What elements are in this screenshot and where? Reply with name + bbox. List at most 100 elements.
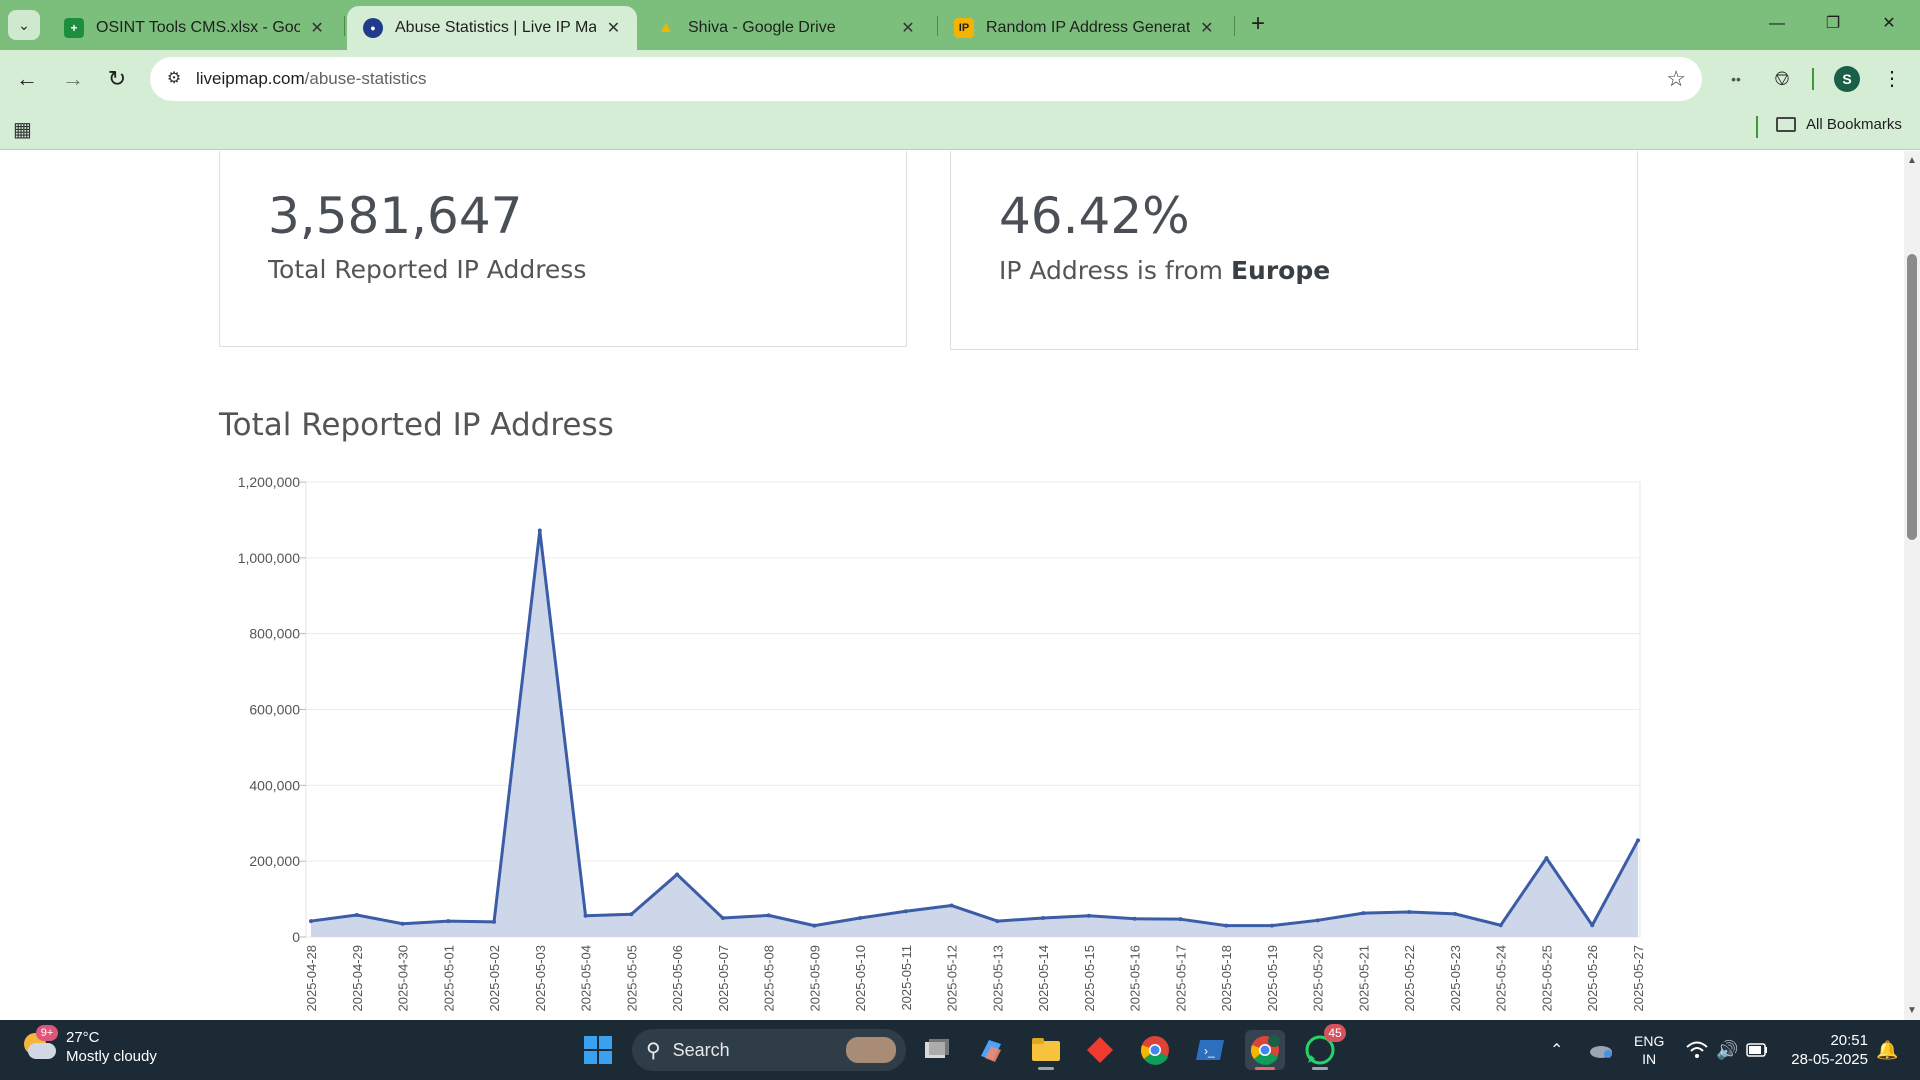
copilot-icon[interactable] (971, 1030, 1011, 1070)
bookmarks-bar: ▦ All Bookmarks (0, 108, 1920, 150)
clock-time: 20:51 (1830, 1032, 1868, 1049)
data-point (1590, 923, 1595, 928)
whatsapp-icon[interactable]: 45 (1300, 1024, 1346, 1070)
window-close-icon[interactable]: ✕ (1866, 8, 1912, 40)
forward-arrow-icon[interactable]: → (57, 63, 89, 95)
extensions-puzzle-icon[interactable]: ⎊ (1766, 63, 1798, 95)
notification-bell-icon[interactable]: 🔔 (1876, 1020, 1898, 1080)
stat-region-prefix: IP Address is from (999, 256, 1231, 285)
x-tick-label: 2025-05-18 (1219, 945, 1234, 1012)
bookmark-star-icon[interactable]: ☆ (1666, 66, 1686, 92)
tab-random-ip[interactable]: IP Random IP Address Generator, ✕ (938, 6, 1230, 50)
battery-icon[interactable] (1746, 1020, 1768, 1080)
data-point (949, 903, 954, 908)
anydesk-icon[interactable] (1080, 1030, 1120, 1070)
onedrive-icon[interactable] (1588, 1020, 1614, 1080)
x-tick-label: 2025-05-27 (1631, 945, 1646, 1012)
x-tick-label: 2025-05-19 (1265, 945, 1280, 1012)
data-point (858, 916, 863, 921)
tab-osint-sheet[interactable]: + OSINT Tools CMS.xlsx - Google ✕ (48, 6, 340, 50)
language-indicator[interactable]: ENG IN (1634, 1020, 1664, 1080)
x-tick-label: 2025-05-10 (853, 945, 868, 1012)
all-bookmarks-button[interactable]: All Bookmarks (1776, 116, 1902, 133)
x-tick-label: 2025-05-26 (1585, 945, 1600, 1012)
menu-kebab-icon[interactable]: ⋮ (1876, 63, 1908, 95)
lang-line2: IN (1642, 1051, 1657, 1067)
x-tick-label: 2025-05-17 (1173, 945, 1188, 1012)
clock-date: 28-05-2025 (1791, 1051, 1868, 1068)
stat-total-value: 3,581,647 (268, 187, 523, 245)
y-tick-label: 1,000,000 (238, 550, 300, 566)
extension-pin-icon[interactable]: •• (1720, 63, 1752, 95)
tab-google-drive[interactable]: ▲ Shiva - Google Drive ✕ (640, 6, 932, 50)
close-tab-icon[interactable]: ✕ (308, 18, 326, 38)
weather-cloudy-icon: 9+ (20, 1025, 58, 1065)
stat-region-value: 46.42% (999, 187, 1190, 245)
back-arrow-icon[interactable]: ← (11, 63, 43, 95)
tab-title: Abuse Statistics | Live IP Map (395, 19, 596, 36)
close-tab-icon[interactable]: ✕ (898, 18, 918, 38)
powershell-icon[interactable]: ›_ (1190, 1030, 1230, 1070)
profile-avatar[interactable]: S (1834, 66, 1860, 92)
data-point (400, 921, 405, 926)
y-tick-label: 400,000 (249, 777, 300, 793)
weather-widget[interactable]: 9+ 27°C Mostly cloudy (20, 1025, 157, 1066)
data-point (537, 528, 542, 533)
x-tick-label: 2025-05-01 (441, 945, 456, 1012)
apps-grid-icon[interactable]: ▦ (13, 117, 32, 142)
scrollbar-thumb[interactable] (1907, 254, 1917, 540)
x-tick-label: 2025-05-02 (487, 945, 502, 1012)
data-point (675, 872, 680, 877)
x-tick-label: 2025-05-08 (762, 945, 777, 1012)
task-view-icon[interactable] (917, 1030, 957, 1070)
data-point (1269, 923, 1274, 928)
data-point (1361, 911, 1366, 916)
tab-abuse-statistics[interactable]: ● Abuse Statistics | Live IP Map ✕ (347, 6, 637, 50)
chrome-profile-icon[interactable] (1245, 1030, 1285, 1070)
restore-icon[interactable]: ❐ (1810, 8, 1856, 40)
chrome-icon[interactable] (1135, 1030, 1175, 1070)
chevron-up-icon[interactable]: ⌃ (1550, 1020, 1563, 1080)
data-point (446, 919, 451, 924)
x-tick-label: 2025-05-20 (1311, 945, 1326, 1012)
y-tick-label: 200,000 (249, 853, 300, 869)
sheets-icon: + (64, 18, 84, 38)
file-explorer-icon[interactable] (1026, 1030, 1066, 1070)
chevron-down-icon: ⌄ (18, 16, 30, 33)
scroll-down-icon[interactable]: ▼ (1907, 1005, 1917, 1016)
data-point (1178, 917, 1183, 922)
y-tick-label: 0 (292, 929, 300, 945)
data-point (1636, 838, 1640, 843)
close-tab-icon[interactable]: ✕ (1198, 18, 1216, 38)
section-title: Total Reported IP Address (219, 407, 614, 443)
tab-search-button[interactable]: ⌄ (8, 10, 40, 40)
x-tick-label: 2025-05-13 (990, 945, 1005, 1012)
windows-start-icon[interactable] (578, 1030, 618, 1070)
new-tab-button[interactable]: + (1243, 10, 1273, 40)
system-clock[interactable]: 20:51 28-05-2025 (1786, 1031, 1868, 1069)
x-tick-label: 2025-05-12 (945, 945, 960, 1012)
address-bar[interactable]: ⚙ liveipmap.com/abuse-statistics ☆ (150, 57, 1702, 101)
data-point (995, 919, 1000, 924)
minimize-icon[interactable]: — (1754, 8, 1800, 40)
folder-icon (1776, 117, 1796, 132)
x-tick-label: 2025-05-16 (1128, 945, 1143, 1012)
weather-temp: 27°C (66, 1029, 100, 1046)
tab-divider (1234, 16, 1235, 36)
taskbar-search[interactable]: ⚲ Search (632, 1029, 906, 1071)
data-point (1224, 923, 1229, 928)
wifi-icon[interactable] (1686, 1020, 1708, 1080)
site-info-icon[interactable]: ⚙ (162, 67, 186, 91)
reported-ip-chart[interactable]: 0 200,000 400,000 600,000 800,000 1,000,000 1,… (219, 461, 1659, 1020)
scroll-up-icon[interactable]: ▲ (1907, 155, 1917, 166)
volume-icon[interactable]: 🔊 (1716, 1020, 1738, 1080)
toolbar-divider (1812, 68, 1814, 90)
data-point (1086, 913, 1091, 918)
data-point (1452, 911, 1457, 916)
close-tab-icon[interactable]: ✕ (604, 18, 623, 38)
page-scrollbar[interactable]: ▲ ▼ (1904, 151, 1920, 1020)
tab-divider (344, 16, 345, 36)
reload-icon[interactable]: ↻ (101, 63, 133, 95)
url-text[interactable]: liveipmap.com/abuse-statistics (196, 69, 427, 89)
x-tick-label: 2025-04-28 (304, 945, 319, 1012)
